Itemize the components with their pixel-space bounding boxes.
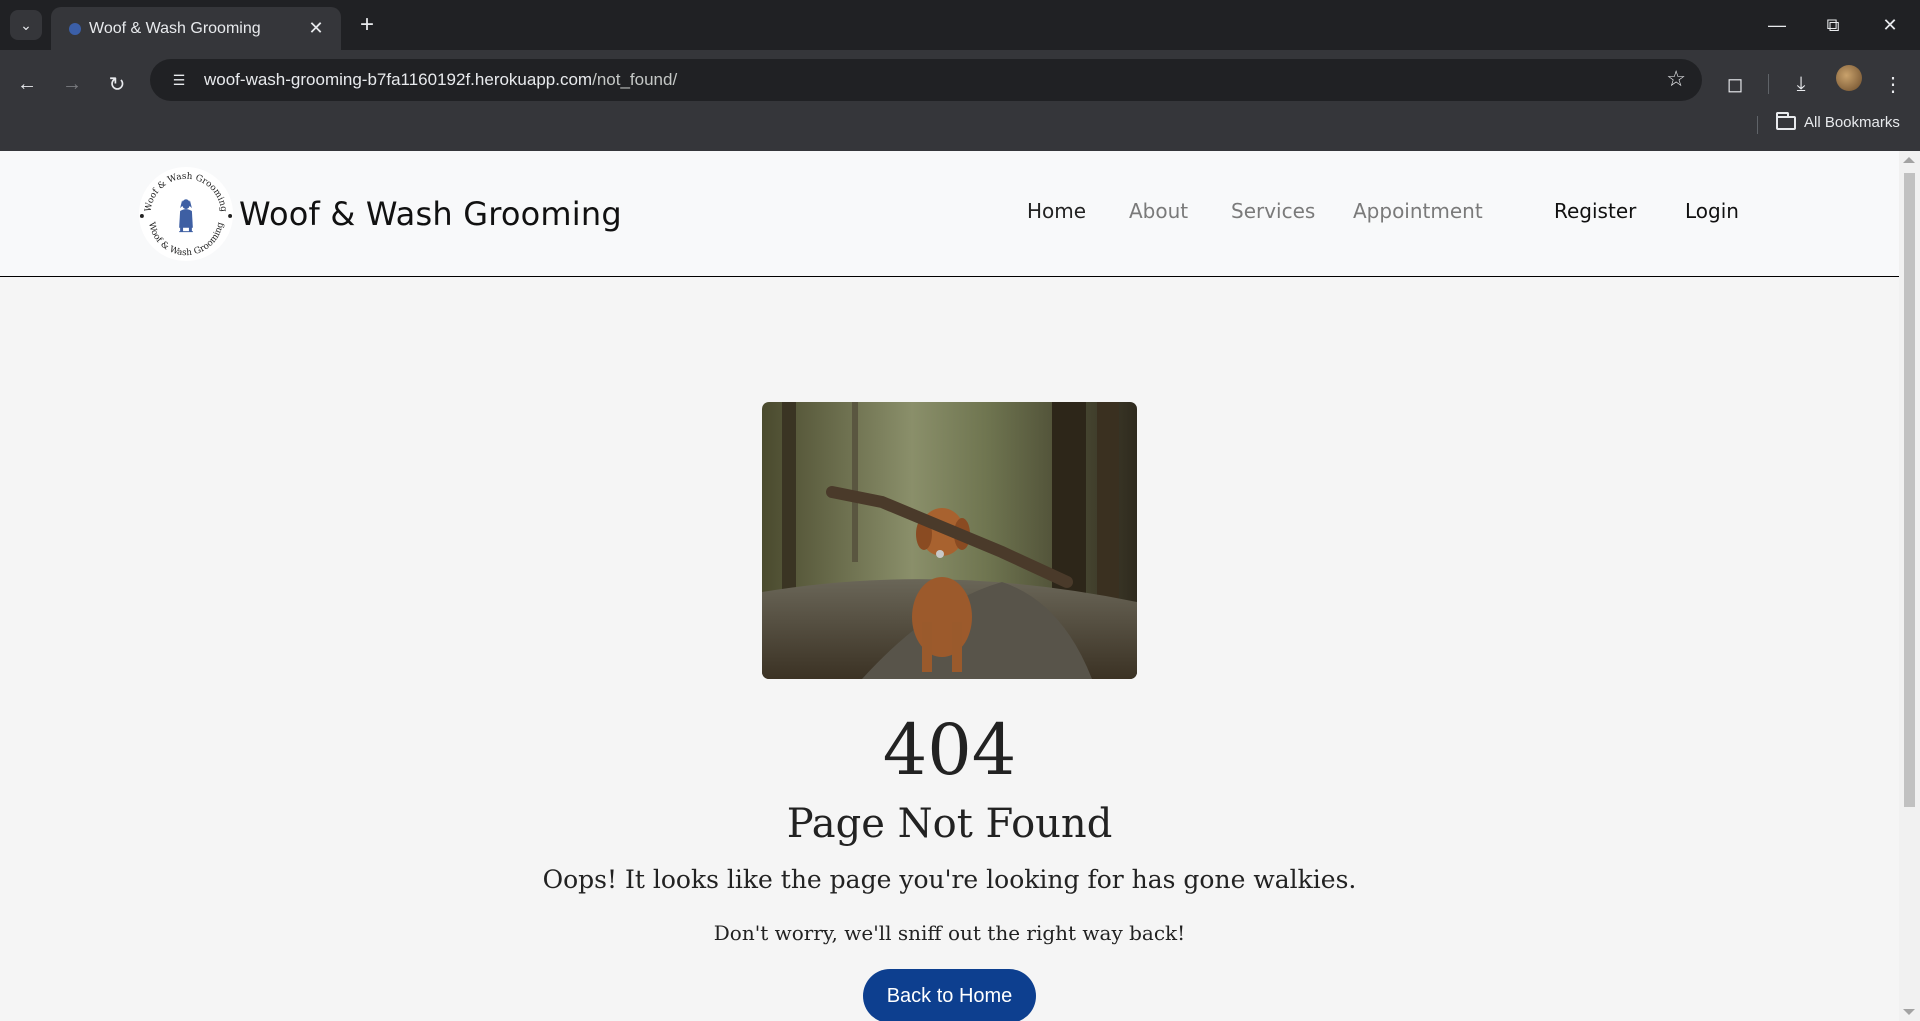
toolbar-divider [1768,74,1769,94]
back-button[interactable]: ← [9,66,45,102]
reload-button[interactable]: ↻ [99,66,135,102]
site-info-icon[interactable]: ☰ [164,65,194,95]
scroll-down-icon[interactable] [1903,1009,1915,1015]
download-icon[interactable]: ⤓ [1783,66,1819,102]
scroll-up-icon[interactable] [1903,157,1915,163]
browser-toolbar: ← → ↻ ☰ woof-wash-grooming-b7fa1160192f.… [0,50,1920,158]
new-tab-button[interactable]: + [352,10,382,40]
profile-avatar[interactable] [1836,65,1862,91]
nav-login[interactable]: Login [1685,199,1739,223]
nav-appointment[interactable]: Appointment [1353,199,1483,223]
folder-icon [1776,111,1796,130]
dog-with-stick-image [762,402,1137,679]
window-close-button[interactable]: ✕ [1870,8,1910,42]
browser-tab[interactable]: Woof & Wash Grooming ✕ [51,7,341,50]
error-code: 404 [882,709,1017,791]
bookmarks-divider [1757,116,1758,134]
scroll-thumb[interactable] [1904,173,1915,807]
bookmark-star-icon[interactable]: ☆ [1666,66,1686,92]
back-to-home-button[interactable]: Back to Home [863,969,1036,1021]
arrow-left-icon: ← [17,72,37,95]
site-navbar: Woof & Wash Grooming Woof & Wash Groomin… [0,151,1899,277]
tab-search-button[interactable]: ⌄ [10,10,42,40]
menu-kebab-icon[interactable]: ⋮ [1875,66,1911,102]
tab-title: Woof & Wash Grooming [89,19,261,37]
error-submessage: Don't worry, we'll sniff out the right w… [713,921,1186,945]
address-bar[interactable]: ☰ woof-wash-grooming-b7fa1160192f.heroku… [150,59,1702,101]
nav-register[interactable]: Register [1554,199,1636,223]
tab-strip: ⌄ Woof & Wash Grooming ✕ + — ⧉ ✕ [0,0,1920,50]
url-text[interactable]: woof-wash-grooming-b7fa1160192f.herokuap… [204,70,677,90]
close-icon[interactable]: ✕ [305,18,327,40]
all-bookmarks-button[interactable]: All Bookmarks [1776,111,1900,131]
forward-button[interactable]: → [54,66,90,102]
url-path: /not_found/ [592,70,678,89]
page-viewport: Woof & Wash Grooming Woof & Wash Groomin… [0,151,1899,1021]
arrow-right-icon: → [62,72,82,95]
restore-button[interactable]: ⧉ [1813,8,1853,42]
page-scrollbar[interactable] [1899,151,1920,1021]
error-message: Oops! It looks like the page you're look… [542,865,1357,894]
reload-icon: ↻ [108,73,126,96]
chevron-down-icon: ⌄ [20,16,32,33]
nav-links: Home About Services Appointment Register… [0,199,1899,233]
minimize-button[interactable]: — [1757,8,1797,42]
extensions-icon[interactable]: ◻ [1717,66,1753,102]
nav-home[interactable]: Home [1027,199,1086,223]
nav-services[interactable]: Services [1231,199,1315,223]
all-bookmarks-label: All Bookmarks [1804,114,1900,131]
favicon-icon [69,23,81,35]
url-host: woof-wash-grooming-b7fa1160192f.herokuap… [204,70,593,89]
error-title: Page Not Found [786,801,1113,847]
nav-about[interactable]: About [1129,199,1188,223]
